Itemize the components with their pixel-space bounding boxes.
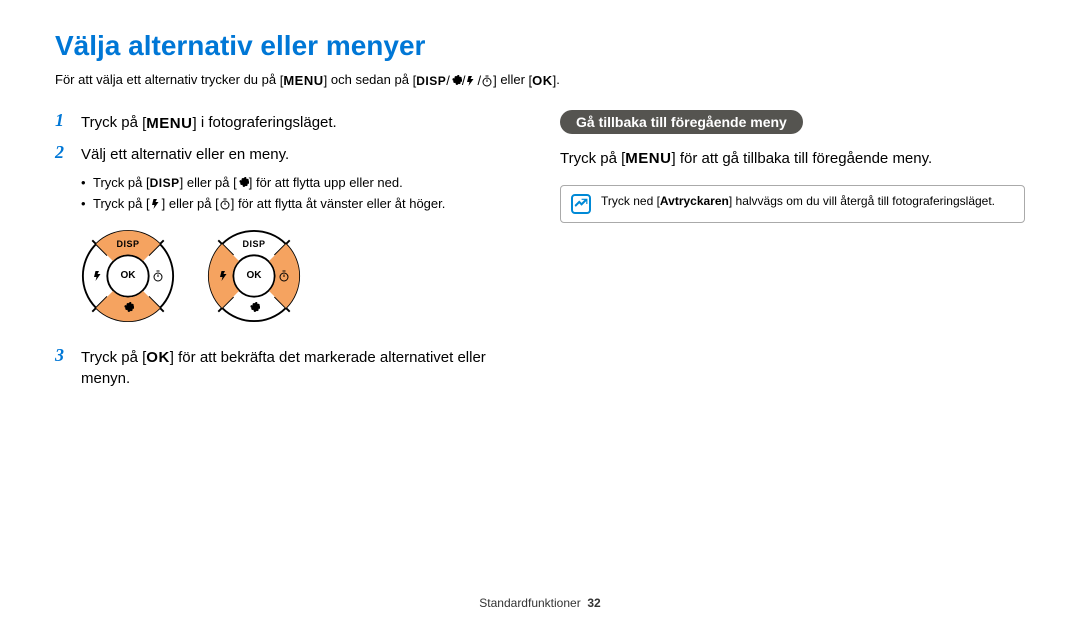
- intro-line: För att välja ett alternativ trycker du …: [55, 72, 1025, 88]
- page-footer: Standardfunktioner 32: [0, 596, 1080, 610]
- page-number: 32: [587, 596, 600, 610]
- flash-icon: [216, 229, 232, 323]
- back-instruction: Tryck på MENU för att gå tillbaka till f…: [560, 148, 1025, 171]
- step2-text: Välj ett alternativ eller en meny.: [81, 142, 289, 165]
- flash-button-label: [146, 194, 165, 215]
- flower-icon: [237, 177, 249, 189]
- dial-horizontal: DISP OK: [207, 229, 301, 323]
- intro-end: .: [556, 72, 560, 87]
- flash-icon: [465, 75, 477, 87]
- intro-tail: eller: [500, 72, 528, 87]
- step-2: 2 Välj ett alternativ eller en meny.: [55, 142, 520, 165]
- step1-post: i fotograferingsläget.: [201, 114, 337, 131]
- flower-icon: [450, 75, 462, 87]
- page-title: Välja alternativ eller menyer: [55, 30, 1025, 62]
- step-number: 2: [55, 142, 69, 163]
- disp-nav-label: DISP///: [413, 73, 497, 88]
- note-box: Tryck ned [Avtryckaren] halvvägs om du v…: [560, 185, 1025, 223]
- flash-icon: [90, 229, 106, 323]
- timer-icon: [150, 229, 166, 323]
- note-icon: [571, 194, 591, 214]
- step1-pre: Tryck på: [81, 114, 142, 131]
- back-heading-pill: Gå tillbaka till föregående meny: [560, 110, 803, 134]
- note-text: Tryck ned [Avtryckaren] halvvägs om du v…: [601, 194, 995, 208]
- left-column: 1 Tryck på MENU i fotograferingsläget. 2…: [55, 110, 520, 397]
- right-column: Gå tillbaka till föregående meny Tryck p…: [560, 110, 1025, 397]
- ok-button-label: OK: [529, 73, 557, 88]
- flash-icon: [150, 198, 162, 210]
- ok-button-label: OK: [142, 347, 174, 368]
- intro-mid: och sedan på: [331, 72, 413, 87]
- timer-button-label: [215, 194, 234, 215]
- menu-button-label: MENU: [142, 113, 197, 134]
- sub-item-horizontal: Tryck på eller på för att flytta åt väns…: [81, 194, 520, 215]
- dial-vertical: DISP OK: [81, 229, 175, 323]
- step-number: 1: [55, 110, 69, 131]
- menu-button-label: MENU: [621, 148, 676, 171]
- footer-label: Standardfunktioner: [479, 596, 580, 610]
- intro-pre: För att välja ett alternativ trycker du …: [55, 72, 280, 87]
- shutter-label: Avtryckaren: [660, 194, 729, 208]
- step2-sublist: Tryck på DISP eller på för att flytta up…: [81, 173, 520, 215]
- dial-illustrations: DISP OK: [81, 229, 520, 323]
- step-number: 3: [55, 345, 69, 366]
- flower-button-label: [233, 173, 252, 194]
- step-1: 1 Tryck på MENU i fotograferingsläget.: [55, 110, 520, 134]
- menu-button-label: MENU: [280, 73, 328, 88]
- step-3: 3 Tryck på OK för att bekräfta det marke…: [55, 345, 520, 390]
- timer-icon: [276, 229, 292, 323]
- timer-icon: [219, 198, 231, 210]
- disp-button-label: DISP: [146, 173, 183, 194]
- sub-item-vertical: Tryck på DISP eller på för att flytta up…: [81, 173, 520, 194]
- timer-icon: [481, 75, 493, 87]
- step3-pre: Tryck på: [81, 349, 142, 366]
